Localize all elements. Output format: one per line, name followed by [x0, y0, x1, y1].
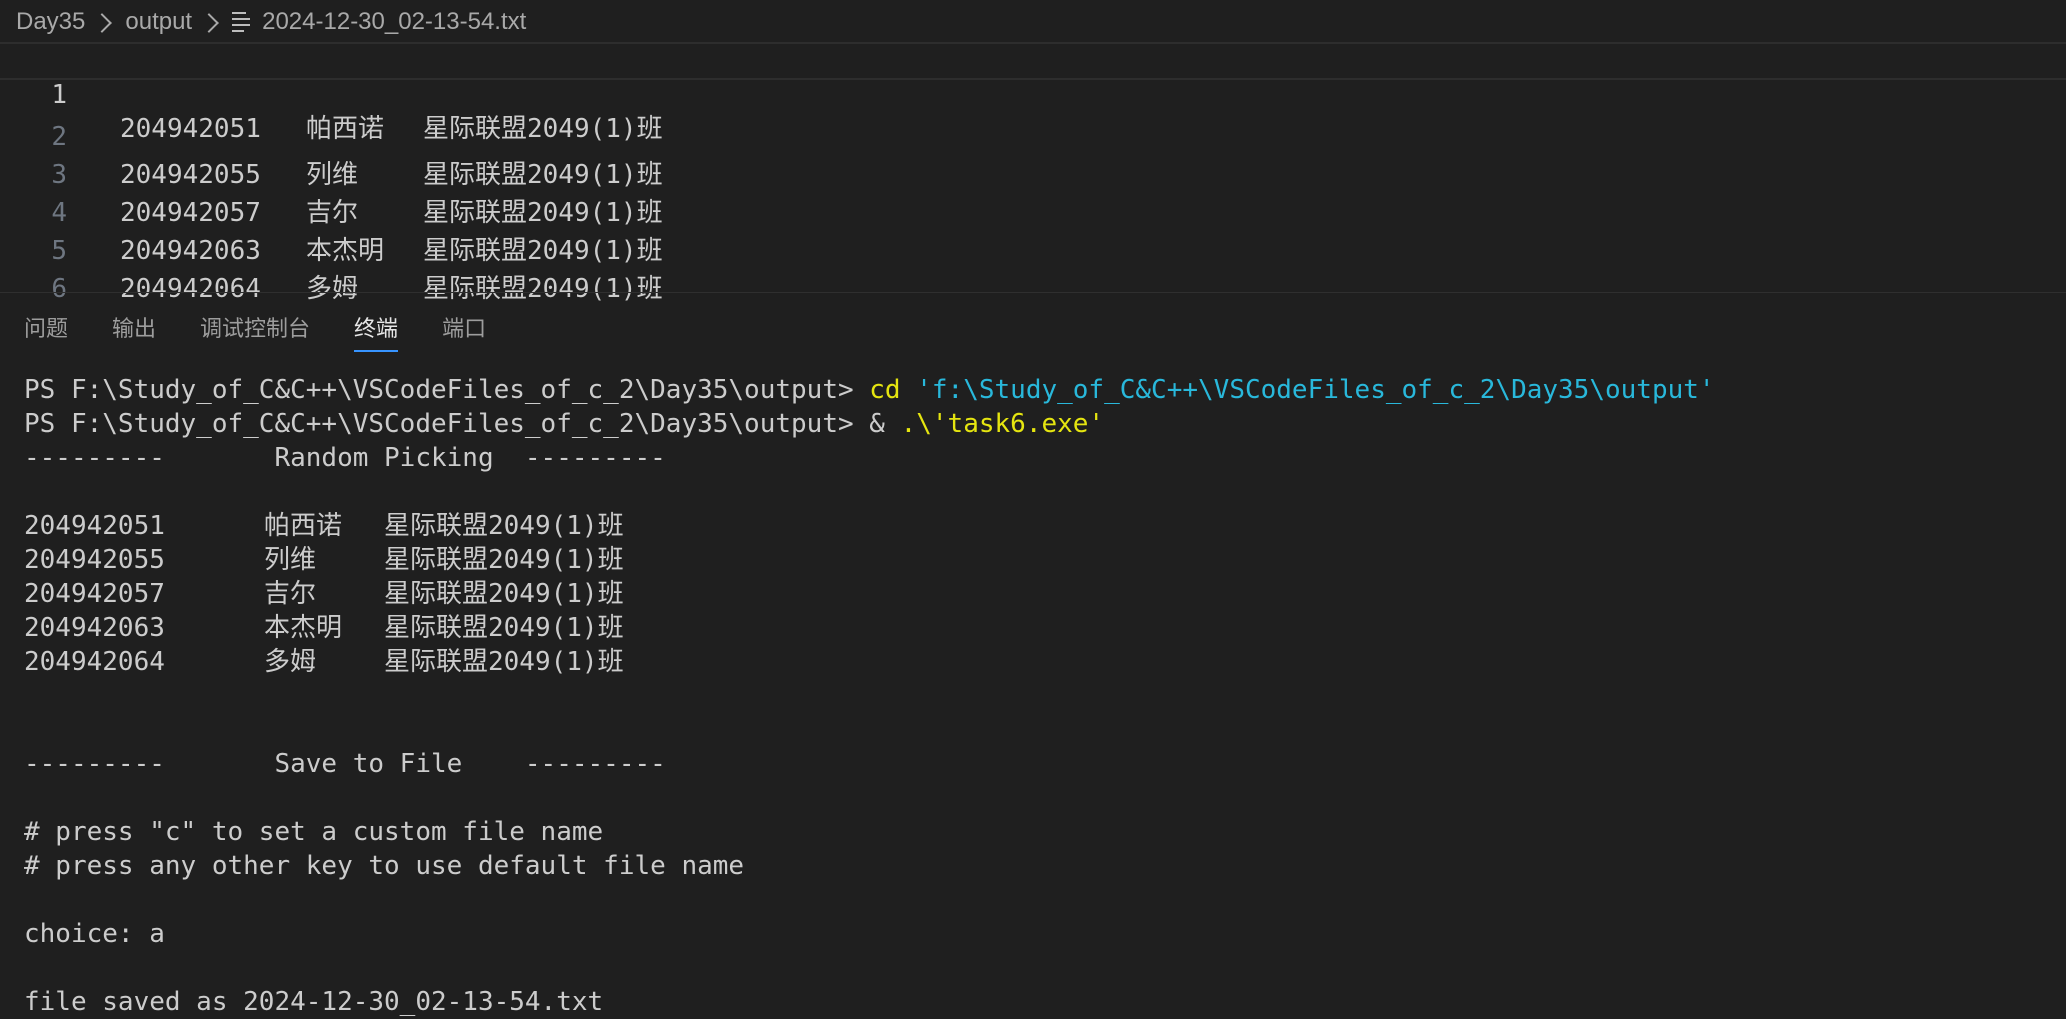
- tab-terminal[interactable]: 终端: [354, 310, 399, 352]
- command-keyword: cd: [869, 375, 901, 405]
- terminal-record: 204942063 本杰明 星际联盟2049(1)班: [24, 611, 2054, 645]
- line-content: 204942064 多姆 星际联盟2049(1)班: [120, 270, 663, 308]
- editor-line[interactable]: 1 204942051 帕西诺 星际联盟2049(1)班: [0, 42, 2066, 144]
- text-file-icon: [232, 11, 251, 33]
- student-name: 本杰明: [264, 613, 343, 643]
- student-id: 204942057: [24, 579, 165, 609]
- student-id: 204942051: [24, 511, 165, 541]
- chevron-right-icon: [92, 13, 113, 33]
- student-class: 星际联盟2049(1)班: [384, 647, 624, 677]
- terminal-hint: # press any other key to use default fil…: [24, 851, 745, 881]
- panel-tabs: 问题 输出 调试控制台 终端 端口: [24, 310, 530, 352]
- student-id: 204942063: [24, 613, 165, 643]
- terminal-blank: [24, 883, 2054, 917]
- terminal-header-save: --------- Save to File ---------: [24, 749, 666, 779]
- student-class: 星际联盟2049(1)班: [384, 613, 624, 643]
- student-name: 多姆: [264, 647, 317, 677]
- editor-line[interactable]: 2 204942055 列维 星际联盟2049(1)班: [0, 80, 2066, 190]
- terminal-saved-message: file saved as 2024-12-30_02-13-54.txt: [24, 987, 604, 1017]
- tab-debug-console[interactable]: 调试控制台: [200, 310, 310, 350]
- terminal-record: 204942057 吉尔 星际联盟2049(1)班: [24, 577, 2054, 611]
- chevron-right-icon: [199, 13, 220, 33]
- command-argument: .\'task6.exe': [900, 409, 1105, 439]
- breadcrumb: Day35 output 2024-12-30_02-13-54.txt: [16, 4, 526, 40]
- terminal-hint: # press "c" to set a custom file name: [24, 817, 604, 847]
- terminal-choice: choice: a: [24, 919, 165, 949]
- tab-output[interactable]: 输出: [112, 310, 156, 350]
- student-class: 星际联盟2049(1)班: [384, 511, 624, 541]
- student-class: 星际联盟2049(1)班: [384, 545, 624, 575]
- student-class: 星际联盟2049(1)班: [384, 579, 624, 609]
- editor-line[interactable]: 5 204942064 多姆 星际联盟2049(1)班: [0, 194, 2066, 304]
- terminal-prompt: PS F:\Study_of_C&C++\VSCodeFiles_of_c_2\…: [24, 409, 870, 439]
- command-argument: 'f:\Study_of_C&C++\VSCodeFiles_of_c_2\Da…: [900, 375, 1715, 405]
- terminal-header-random: --------- Random Picking ---------: [24, 443, 666, 473]
- terminal-blank: [24, 679, 2054, 713]
- tab-ports[interactable]: 端口: [442, 310, 486, 350]
- terminal-blank: [24, 713, 2054, 747]
- command-operator: &: [869, 409, 901, 439]
- breadcrumb-file[interactable]: 2024-12-30_02-13-54.txt: [262, 8, 526, 36]
- panel-divider: [0, 292, 2066, 293]
- breadcrumb-folder-day35[interactable]: Day35: [16, 8, 85, 36]
- terminal-line: PS F:\Study_of_C&C++\VSCodeFiles_of_c_2\…: [24, 373, 2054, 407]
- student-id: 204942064: [24, 647, 165, 677]
- line-number: 6: [51, 274, 67, 304]
- student-id: 204942064: [120, 274, 261, 304]
- student-id: 204942055: [24, 545, 165, 575]
- terminal-record: 204942055 列维 星际联盟2049(1)班: [24, 543, 2054, 577]
- student-class: 星际联盟2049(1)班: [423, 274, 663, 304]
- student-name: 多姆: [306, 274, 359, 304]
- editor-line[interactable]: 4 204942063 本杰明 星际联盟2049(1)班: [0, 156, 2066, 266]
- terminal-prompt: PS F:\Study_of_C&C++\VSCodeFiles_of_c_2\…: [24, 375, 870, 405]
- terminal-blank: [24, 951, 2054, 985]
- terminal-blank: [24, 475, 2054, 509]
- text-editor[interactable]: 1 204942051 帕西诺 星际联盟2049(1)班 2 204942055 列维…: [0, 42, 2066, 304]
- student-name: 吉尔: [264, 579, 317, 609]
- student-name: 列维: [264, 545, 317, 575]
- tab-problems[interactable]: 问题: [24, 310, 68, 350]
- breadcrumb-folder-output[interactable]: output: [125, 8, 192, 36]
- terminal-record: 204942064 多姆 星际联盟2049(1)班: [24, 645, 2054, 679]
- terminal-record: 204942051 帕西诺 星际联盟2049(1)班: [24, 509, 2054, 543]
- terminal-line: PS F:\Study_of_C&C++\VSCodeFiles_of_c_2\…: [24, 407, 2054, 441]
- student-name: 帕西诺: [264, 511, 343, 541]
- terminal[interactable]: PS F:\Study_of_C&C++\VSCodeFiles_of_c_2\…: [24, 373, 2054, 1017]
- terminal-blank: [24, 781, 2054, 815]
- editor-line[interactable]: 6: [0, 232, 2066, 304]
- editor-line[interactable]: 3 204942057 吉尔 星际联盟2049(1)班: [0, 118, 2066, 228]
